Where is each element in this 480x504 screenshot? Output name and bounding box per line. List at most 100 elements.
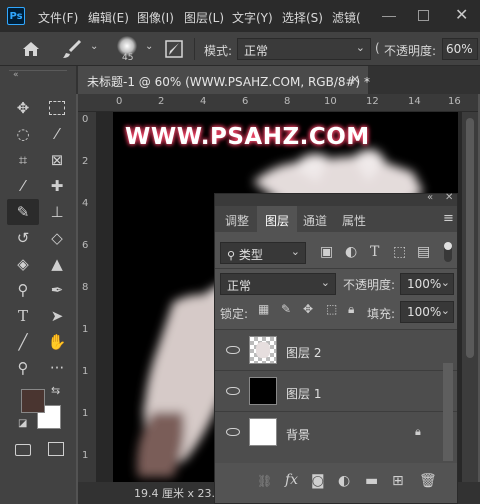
- new-layer-icon[interactable]: ⊞: [392, 473, 404, 489]
- home-icon[interactable]: [22, 41, 40, 57]
- paint-bucket-tool-icon[interactable]: ◈: [13, 254, 33, 274]
- photoshop-logo: Ps: [7, 7, 25, 25]
- mode-label: 模式:: [204, 44, 233, 58]
- filter-toggle[interactable]: [444, 242, 452, 262]
- lock-pixels-icon[interactable]: ✎: [281, 302, 291, 316]
- close-tab-icon[interactable]: ×: [350, 72, 360, 86]
- swap-colors-icon[interactable]: ⇆: [51, 384, 60, 397]
- pen-tool-icon[interactable]: ✒: [47, 280, 67, 300]
- eye-icon[interactable]: [226, 428, 240, 436]
- zoom-tool-icon[interactable]: ⚲: [13, 358, 33, 378]
- lock-icon[interactable]: 🔒︎: [415, 425, 421, 439]
- delete-layer-icon[interactable]: 🗑︎: [419, 473, 437, 489]
- fx-icon[interactable]: fx: [285, 472, 298, 488]
- ruler-tick-label: 6: [82, 240, 89, 251]
- filter-adjustment-icon[interactable]: ◐: [345, 244, 357, 260]
- filter-smart-object-icon[interactable]: ▤: [417, 244, 430, 260]
- mode-select[interactable]: 正常 ⌄: [237, 38, 371, 60]
- tab-properties[interactable]: 属性: [342, 212, 366, 229]
- filter-type-icon[interactable]: T: [370, 244, 379, 260]
- quick-mask-icon[interactable]: [15, 444, 31, 456]
- type-tool-icon[interactable]: T: [13, 306, 33, 326]
- brush-icon[interactable]: [62, 39, 84, 59]
- new-group-icon[interactable]: ▬: [365, 473, 378, 489]
- vertical-scrollbar[interactable]: [462, 112, 478, 482]
- layer-row[interactable]: 图层 1: [215, 370, 457, 411]
- layer-row[interactable]: 图层 2: [215, 329, 457, 370]
- document-tab[interactable]: 未标题-1 @ 60% (WWW.PSAHZ.COM, RGB/8#) * ×: [78, 66, 370, 94]
- minimize-icon[interactable]: [382, 16, 396, 30]
- move-tool-icon[interactable]: ✥: [13, 98, 33, 118]
- eye-icon[interactable]: [226, 387, 240, 395]
- menu-select[interactable]: 选择(S): [282, 9, 323, 26]
- layer-row[interactable]: 背景 🔒︎: [215, 411, 457, 452]
- history-brush-tool-icon[interactable]: ↺: [13, 228, 33, 248]
- frame-tool-icon[interactable]: ⊠: [47, 150, 67, 170]
- opacity-value: 60%: [446, 42, 473, 56]
- link-layers-icon[interactable]: ⛓: [257, 474, 272, 488]
- tab-channels[interactable]: 通道: [303, 212, 327, 229]
- scrollbar-thumb[interactable]: [466, 118, 474, 358]
- eyedropper-tool-icon[interactable]: ⁄: [13, 176, 33, 196]
- tab-layers-active[interactable]: 图层: [257, 206, 297, 232]
- menu-filter[interactable]: 滤镜(: [332, 9, 361, 26]
- ruler-tick-label: 2: [158, 96, 165, 107]
- collapse-panel-icon[interactable]: «: [427, 192, 433, 203]
- layer-name: 图层 1: [286, 387, 322, 401]
- filter-shape-icon[interactable]: ⬚: [393, 244, 406, 260]
- blend-mode-value: 正常: [227, 279, 252, 293]
- clone-stamp-tool-icon[interactable]: ⊥: [47, 202, 67, 222]
- eye-icon[interactable]: [226, 346, 240, 354]
- foreground-color-swatch[interactable]: [21, 389, 45, 413]
- menu-file[interactable]: 文件(F): [38, 9, 78, 26]
- brush-size-label: 45: [122, 53, 134, 63]
- brush-preset-chevron-icon[interactable]: ⌄: [90, 41, 98, 52]
- crop-tool-icon[interactable]: ⌗: [13, 150, 33, 170]
- dodge-tool-icon[interactable]: ⚲: [13, 280, 33, 300]
- fill-input[interactable]: 100% ⌄: [400, 301, 454, 323]
- new-adjustment-icon[interactable]: ◐: [338, 473, 350, 489]
- lock-position-icon[interactable]: ✥: [303, 302, 313, 316]
- hand-tool-icon[interactable]: ✋: [47, 332, 67, 352]
- blur-tool-icon[interactable]: ▲: [47, 254, 67, 274]
- chevron-down-icon: ⌄: [440, 276, 450, 289]
- magic-wand-tool-icon[interactable]: ⁄: [47, 124, 67, 144]
- more-tools-icon[interactable]: ···: [47, 358, 67, 378]
- menu-edit[interactable]: 编辑(E): [88, 9, 129, 26]
- line-tool-icon[interactable]: ╱: [13, 332, 33, 352]
- close-window-icon[interactable]: ✕: [455, 5, 468, 24]
- maximize-icon[interactable]: [418, 10, 429, 21]
- path-selection-tool-icon[interactable]: ➤: [47, 306, 67, 326]
- close-panel-icon[interactable]: ✕: [445, 192, 453, 203]
- lasso-tool-icon[interactable]: ◌: [13, 124, 33, 144]
- options-divider: [194, 38, 195, 60]
- panel-menu-icon[interactable]: ≡: [443, 211, 454, 226]
- opacity-input[interactable]: 60%: [442, 38, 478, 60]
- layer-filter-select[interactable]: ⚲ 类型 ⌄: [220, 242, 306, 264]
- menu-image[interactable]: 图像(I): [137, 9, 174, 26]
- brush-tool-icon[interactable]: ✎: [13, 202, 33, 222]
- collapse-tools-icon[interactable]: «: [13, 70, 19, 80]
- screen-mode-icon[interactable]: [48, 442, 64, 456]
- add-mask-icon[interactable]: ◙: [311, 473, 325, 489]
- layer-opacity-input[interactable]: 100% ⌄: [400, 273, 454, 295]
- tab-adjustments[interactable]: 调整: [225, 212, 249, 229]
- menu-layer[interactable]: 图层(L): [184, 9, 224, 26]
- healing-brush-tool-icon[interactable]: ✚: [47, 176, 67, 196]
- blend-mode-select[interactable]: 正常 ⌄: [220, 273, 336, 295]
- brush-settings-icon[interactable]: [165, 40, 183, 58]
- default-colors-icon[interactable]: ◪: [18, 418, 27, 429]
- tools-panel: « ✥ ◌ ⁄ ⌗ ⊠ ⁄ ✚ ✎ ⊥ ↺ ◇ ◈ ▲ ⚲ ✒ T ➤ ╱ ✋ …: [0, 66, 76, 504]
- filter-pixel-icon[interactable]: ▣: [320, 244, 333, 260]
- lock-artboard-icon[interactable]: ⬚: [326, 302, 337, 316]
- lock-all-icon[interactable]: 🔒︎: [348, 302, 354, 317]
- lock-transparency-icon[interactable]: ▦: [258, 302, 269, 316]
- chevron-down-icon: ⌄: [320, 276, 330, 289]
- layers-scrollbar[interactable]: [443, 363, 453, 461]
- canvas-watermark-text: WWW.PSAHZ.COM: [125, 124, 370, 150]
- menu-type[interactable]: 文字(Y): [232, 9, 273, 26]
- eraser-tool-icon[interactable]: ◇: [47, 228, 67, 248]
- brush-size-chevron-icon[interactable]: ⌄: [145, 41, 153, 52]
- opacity-scrub-icon[interactable]: (: [375, 41, 380, 55]
- marquee-tool-icon[interactable]: [49, 101, 65, 115]
